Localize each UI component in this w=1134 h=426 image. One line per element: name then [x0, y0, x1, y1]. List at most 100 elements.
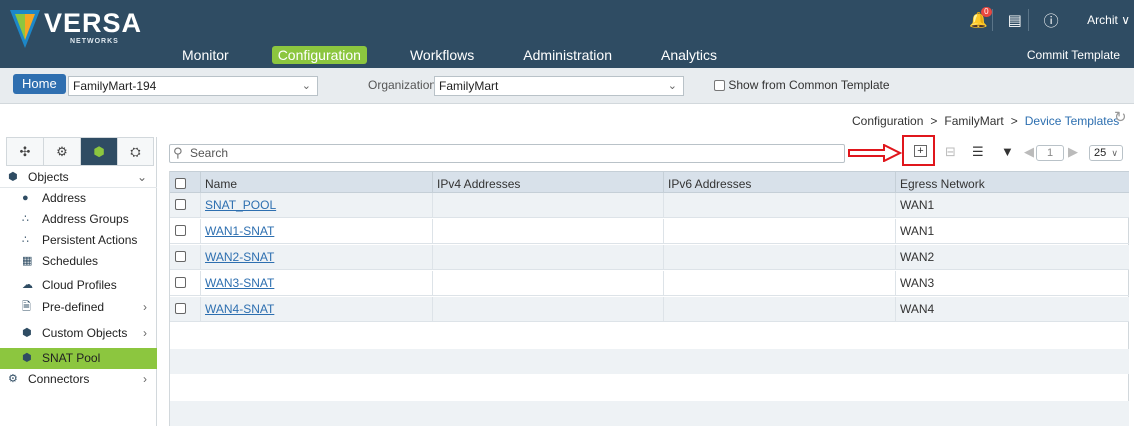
sidebar-item-snat-pool[interactable]: ⬢ SNAT Pool	[0, 348, 157, 369]
sidebar-item-connectors[interactable]: ⚙ Connectors ›	[0, 369, 157, 390]
ipv6-cell	[664, 297, 896, 321]
sidebar-item-pre-defined[interactable]: 🗎 Pre-defined ›	[0, 296, 157, 320]
per-page-value: 25	[1094, 147, 1107, 159]
ipv6-cell	[664, 271, 896, 295]
organization-select[interactable]: FamilyMart ⌄	[434, 76, 684, 96]
sidebar-item-label: Cloud Profiles	[42, 278, 117, 292]
nav-analytics[interactable]: Analytics	[655, 46, 723, 64]
row-name-link[interactable]: WAN3-SNAT	[205, 276, 274, 290]
row-checkbox[interactable]	[175, 303, 186, 315]
add-button[interactable]: +	[914, 145, 927, 157]
sidebar-item-address-groups[interactable]: ∴ Address Groups	[0, 209, 157, 230]
tab-network[interactable]: ✣	[6, 137, 43, 166]
filter-icon: ▼	[1001, 144, 1014, 159]
nav-administration[interactable]: Administration	[517, 46, 618, 64]
column-header-egress[interactable]: Egress Network	[896, 172, 1129, 192]
sidebar-item-schedules[interactable]: ▦ Schedules	[0, 251, 157, 272]
sidebar-item-address[interactable]: ● Address	[0, 188, 157, 209]
columns-button[interactable]: ☰	[972, 144, 984, 160]
ipv6-cell	[664, 245, 896, 269]
search-placeholder: Search	[190, 146, 229, 160]
tab-services[interactable]: ⛭	[117, 137, 154, 166]
row-checkbox[interactable]	[175, 277, 186, 289]
breadcrumb-configuration[interactable]: Configuration	[852, 114, 923, 128]
sidebar-item-label: Custom Objects	[42, 326, 128, 340]
help-button[interactable]: ⓘ	[1037, 9, 1065, 31]
select-all-checkbox[interactable]	[175, 178, 186, 190]
chevron-right-icon: ›	[143, 372, 147, 386]
home-button[interactable]: Home	[13, 74, 66, 94]
network-icon: ✣	[19, 143, 31, 159]
appliance-select[interactable]: FamilyMart-194 ⌄	[68, 76, 318, 96]
refresh-icon[interactable]: ↻	[1114, 108, 1127, 126]
columns-icon: ☰	[972, 144, 984, 159]
egress-cell: WAN1	[900, 224, 935, 238]
column-header-ipv4[interactable]: IPv4 Addresses	[433, 172, 664, 192]
sidebar-item-persistent-actions[interactable]: ∴ Persistent Actions	[0, 230, 157, 251]
search-input[interactable]: ⚲ Search	[169, 144, 845, 163]
chevron-down-icon: ⌄	[667, 80, 677, 92]
table-row[interactable]: WAN2-SNAT WAN2	[170, 245, 1129, 270]
per-page-select[interactable]: 25 ∨	[1089, 145, 1123, 161]
name-cell: WAN1-SNAT	[201, 219, 433, 243]
cube-icon: ⬢	[8, 171, 18, 183]
column-header-ipv6[interactable]: IPv6 Addresses	[664, 172, 896, 192]
tab-objects[interactable]: ⬢	[80, 137, 117, 166]
ipv4-cell	[433, 193, 664, 217]
ipv4-cell	[433, 297, 664, 321]
breadcrumb: Configuration > FamilyMart > Device Template…	[852, 114, 1119, 128]
sidebar-menu: ⬢ Objects ⌄ ● Address ∴ Address Groups ∴…	[0, 167, 157, 390]
tab-settings[interactable]: ⚙	[43, 137, 80, 166]
breadcrumb-device-templates[interactable]: Device Templates	[1025, 114, 1120, 128]
row-select-cell	[170, 219, 201, 243]
versa-logo-icon	[10, 10, 40, 48]
egress-cell: WAN1	[900, 198, 935, 212]
next-page-button[interactable]: ▶	[1068, 144, 1078, 160]
tasks-button[interactable]: ▤	[1001, 9, 1030, 31]
empty-row	[170, 323, 1129, 348]
versa-logo[interactable]: VERSA NETWORKS	[8, 6, 158, 56]
row-select-cell	[170, 245, 201, 269]
notifications-button[interactable]: 🔔 0	[965, 7, 994, 31]
nav-monitor[interactable]: Monitor	[176, 46, 235, 64]
row-name-link[interactable]: WAN2-SNAT	[205, 250, 274, 264]
row-name-link[interactable]: SNAT_POOL	[205, 198, 276, 212]
sidebar-item-objects[interactable]: ⬢ Objects ⌄	[0, 167, 157, 188]
table-row[interactable]: WAN1-SNAT WAN1	[170, 219, 1129, 244]
table-row[interactable]: WAN4-SNAT WAN4	[170, 297, 1129, 322]
name-cell: WAN3-SNAT	[201, 271, 433, 295]
gear-icon: ⚙	[56, 143, 68, 159]
row-name-link[interactable]: WAN1-SNAT	[205, 224, 274, 238]
commit-template-button[interactable]: Commit Template	[1027, 48, 1120, 62]
common-template-toggle[interactable]: Show from Common Template	[714, 78, 890, 92]
page-number-input[interactable]: 1	[1036, 145, 1064, 161]
row-select-cell	[170, 193, 201, 217]
row-name-link[interactable]: WAN4-SNAT	[205, 302, 274, 316]
group-icon: ∴	[22, 213, 29, 225]
delete-button[interactable]: ⊟	[945, 144, 956, 160]
name-cell: WAN4-SNAT	[201, 297, 433, 321]
common-template-checkbox[interactable]	[714, 80, 725, 92]
prev-page-button[interactable]: ◀	[1024, 144, 1034, 160]
table-row[interactable]: SNAT_POOL WAN1	[170, 193, 1129, 218]
row-checkbox[interactable]	[175, 225, 186, 237]
table-row[interactable]: WAN3-SNAT WAN3	[170, 271, 1129, 296]
chevron-down-icon: ∨	[1121, 13, 1130, 27]
row-checkbox[interactable]	[175, 199, 186, 211]
ipv6-cell	[664, 219, 896, 243]
cube-icon: ⬢	[93, 143, 105, 159]
row-checkbox[interactable]	[175, 251, 186, 263]
nav-workflows[interactable]: Workflows	[404, 46, 480, 64]
chevron-right-icon: ›	[143, 300, 147, 314]
calendar-icon: ▦	[22, 255, 33, 267]
sidebar-item-custom-objects[interactable]: ⬢ Custom Objects ›	[0, 320, 157, 346]
brand-name: VERSA	[44, 8, 143, 38]
top-header: VERSA NETWORKS Monitor Configuration Wor…	[0, 0, 1134, 68]
breadcrumb-organization[interactable]: FamilyMart	[944, 114, 1003, 128]
user-menu[interactable]: Archit ∨	[1087, 13, 1130, 27]
sidebar-item-cloud-profiles[interactable]: ☁ Cloud Profiles	[0, 272, 157, 296]
nav-configuration[interactable]: Configuration	[271, 46, 367, 64]
filter-button[interactable]: ▼	[1001, 144, 1014, 159]
sidebar-tabs: ✣ ⚙ ⬢ ⛭	[6, 137, 156, 166]
column-header-name[interactable]: Name	[201, 172, 433, 192]
